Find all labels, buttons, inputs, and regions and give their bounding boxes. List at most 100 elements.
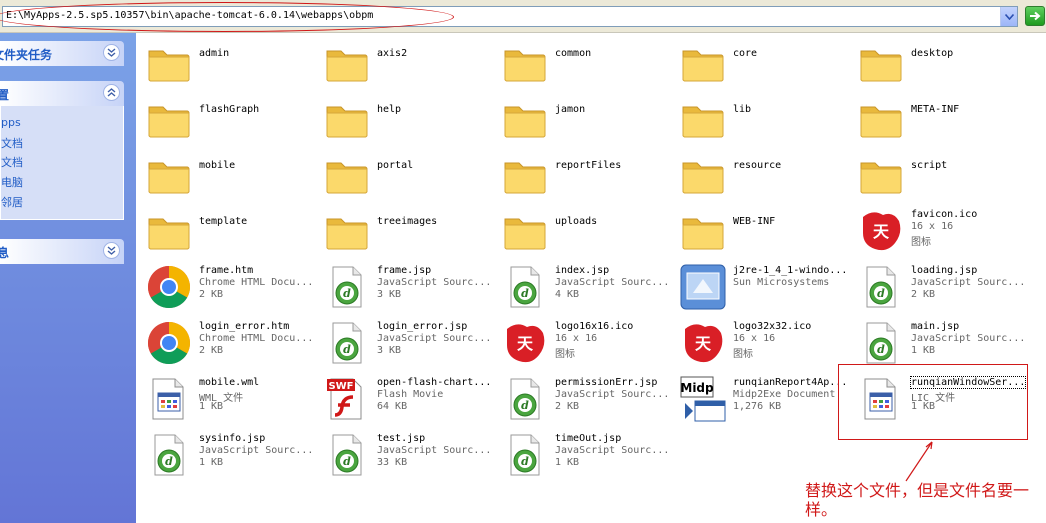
file-size: 2 KB: [555, 401, 580, 412]
svg-text:d: d: [877, 343, 885, 356]
go-button[interactable]: [1025, 6, 1045, 26]
file-name: permissionErr.jsp: [555, 377, 658, 388]
file-type: JavaScript Sourc...: [555, 389, 670, 400]
file-item[interactable]: d loading.jsp JavaScript Sourc... 2 KB: [853, 259, 1031, 315]
place-item-myapps[interactable]: pps: [1, 116, 21, 129]
details-header[interactable]: 息: [0, 239, 124, 264]
other-places-list: pps 文档 文档 电脑 邻居: [0, 106, 124, 220]
folder-icon: [679, 151, 727, 199]
address-path: E:\MyApps-2.5.sp5.10357\bin\apache-tomca…: [6, 10, 374, 21]
address-dropdown-button[interactable]: [1000, 7, 1017, 26]
file-item[interactable]: runqianWindowSer... LIC 文件 1 KB: [853, 371, 1031, 427]
file-size: 2 KB: [199, 345, 224, 356]
file-type: JavaScript Sourc...: [555, 277, 670, 288]
file-item[interactable]: Midp runqianReport4Ap... Midp2Exe Document…: [675, 371, 853, 427]
folder-item[interactable]: resource: [675, 147, 853, 203]
address-field[interactable]: E:\MyApps-2.5.sp5.10357\bin\apache-tomca…: [2, 6, 1018, 27]
folder-item[interactable]: help: [319, 91, 497, 147]
folder-icon: [857, 39, 905, 87]
folder-item[interactable]: lib: [675, 91, 853, 147]
folder-item[interactable]: flashGraph: [141, 91, 319, 147]
file-item[interactable]: 天 logo16x16.ico 16 x 16 图标: [497, 315, 675, 371]
folder-item[interactable]: META-INF: [853, 91, 1031, 147]
svg-text:d: d: [343, 343, 351, 356]
collapse-icon[interactable]: [103, 84, 120, 101]
file-name: axis2: [377, 48, 408, 59]
folder-icon: [679, 39, 727, 87]
file-type: JavaScript Sourc...: [911, 333, 1026, 344]
file-item[interactable]: SWF open-flash-chart... Flash Movie 64 KB: [319, 371, 497, 427]
folder-item[interactable]: core: [675, 35, 853, 91]
file-size: 图标: [911, 237, 931, 248]
file-name: jamon: [555, 104, 586, 115]
folder-item[interactable]: portal: [319, 147, 497, 203]
chevron-double-up-icon: [107, 88, 116, 97]
file-name: index.jsp: [555, 265, 610, 276]
folder-icon: [857, 95, 905, 143]
expand-icon[interactable]: [103, 242, 120, 259]
svg-text:天: 天: [695, 334, 712, 353]
folder-item[interactable]: common: [497, 35, 675, 91]
file-name: desktop: [911, 48, 954, 59]
place-item-shared-documents[interactable]: 文档: [1, 154, 23, 170]
place-item-documents[interactable]: 文档: [1, 135, 23, 151]
file-name: mobile.wml: [199, 377, 260, 388]
file-item[interactable]: 天 logo32x32.ico 16 x 16 图标: [675, 315, 853, 371]
expand-icon[interactable]: [103, 44, 120, 61]
other-places-header[interactable]: 置: [0, 81, 124, 106]
jsp-file-icon: d: [323, 319, 371, 367]
file-name: resource: [733, 160, 782, 171]
file-name: logo32x32.ico: [733, 321, 812, 332]
file-name: runqianReport4Ap...: [733, 377, 848, 388]
folder-item[interactable]: mobile: [141, 147, 319, 203]
folder-item[interactable]: template: [141, 203, 319, 259]
file-item[interactable]: d test.jsp JavaScript Sourc... 33 KB: [319, 427, 497, 483]
folder-item[interactable]: uploads: [497, 203, 675, 259]
task-pane: 文件夹任务 置 pps 文档 文档 电脑 邻居 息: [0, 33, 136, 523]
file-type: JavaScript Sourc...: [377, 445, 492, 456]
place-item-my-computer[interactable]: 电脑: [1, 174, 23, 190]
folder-item[interactable]: axis2: [319, 35, 497, 91]
folder-icon: [145, 95, 193, 143]
file-size: 3 KB: [377, 345, 402, 356]
place-item-network[interactable]: 邻居: [1, 194, 23, 210]
file-item[interactable]: 天 favicon.ico 16 x 16 图标: [853, 203, 1031, 259]
file-item[interactable]: d index.jsp JavaScript Sourc... 4 KB: [497, 259, 675, 315]
file-name: META-INF: [911, 104, 960, 115]
file-name: uploads: [555, 216, 598, 227]
file-item[interactable]: d permissionErr.jsp JavaScript Sourc... 2 K…: [497, 371, 675, 427]
file-item[interactable]: d login_error.jsp JavaScript Sourc... 3 KB: [319, 315, 497, 371]
folder-tasks-header[interactable]: 文件夹任务: [0, 41, 124, 66]
chevron-down-icon: [1004, 13, 1014, 20]
folder-item[interactable]: admin: [141, 35, 319, 91]
folder-item[interactable]: WEB-INF: [675, 203, 853, 259]
file-size: 3 KB: [377, 289, 402, 300]
file-type: Sun Microsystems: [733, 277, 830, 288]
jsp-file-icon: d: [145, 431, 193, 479]
folder-icon: [857, 151, 905, 199]
folder-item[interactable]: jamon: [497, 91, 675, 147]
folder-item[interactable]: treeimages: [319, 203, 497, 259]
file-item[interactable]: mobile.wml WML 文件 1 KB: [141, 371, 319, 427]
file-item[interactable]: d timeOut.jsp JavaScript Sourc... 1 KB: [497, 427, 675, 483]
file-size: 64 KB: [377, 401, 408, 412]
file-name: login_error.jsp: [377, 321, 468, 332]
folder-item[interactable]: script: [853, 147, 1031, 203]
file-name: flashGraph: [199, 104, 260, 115]
file-name: frame.htm: [199, 265, 254, 276]
file-name: help: [377, 104, 402, 115]
file-item[interactable]: j2re-1_4_1-windo... Sun Microsystems: [675, 259, 853, 315]
file-item[interactable]: d sysinfo.jsp JavaScript Sourc... 1 KB: [141, 427, 319, 483]
file-type: Midp2Exe Document: [733, 389, 836, 400]
svg-text:d: d: [343, 455, 351, 468]
folder-icon: [501, 95, 549, 143]
file-item[interactable]: d main.jsp JavaScript Sourc... 1 KB: [853, 315, 1031, 371]
chevron-double-down-icon: [107, 246, 116, 255]
file-name: test.jsp: [377, 433, 426, 444]
folder-item[interactable]: desktop: [853, 35, 1031, 91]
file-item[interactable]: login_error.htm Chrome HTML Docu... 2 KB: [141, 315, 319, 371]
file-item[interactable]: frame.htm Chrome HTML Docu... 2 KB: [141, 259, 319, 315]
folder-item[interactable]: reportFiles: [497, 147, 675, 203]
folder-icon: [323, 207, 371, 255]
file-item[interactable]: d frame.jsp JavaScript Sourc... 3 KB: [319, 259, 497, 315]
